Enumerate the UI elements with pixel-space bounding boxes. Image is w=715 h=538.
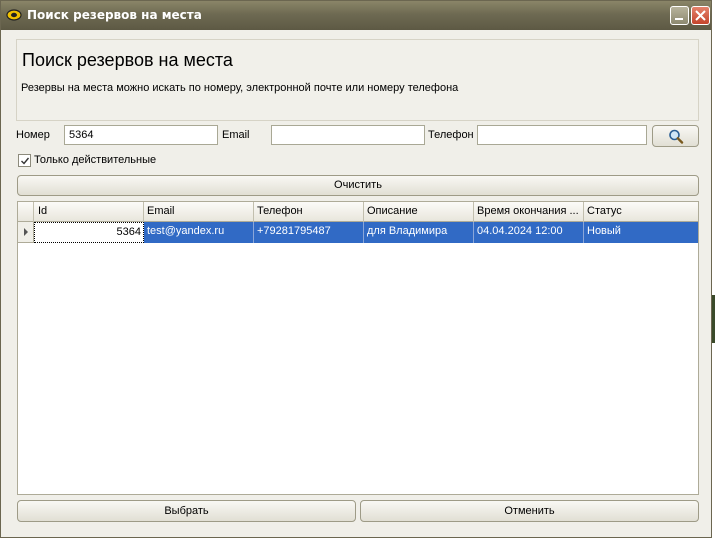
cell-end-time[interactable]: 04.04.2024 12:00: [474, 222, 584, 243]
page-title: Поиск резервов на места: [22, 50, 233, 70]
title-bar[interactable]: Поиск резервов на места: [1, 1, 711, 30]
search-button[interactable]: [652, 125, 699, 147]
header-panel: Поиск резервов на места Резервы на места…: [16, 39, 699, 121]
phone-label: Телефон: [428, 129, 474, 141]
column-header-description[interactable]: Описание: [364, 202, 474, 222]
cell-phone[interactable]: +79281795487: [254, 222, 364, 243]
row-selector[interactable]: [18, 222, 34, 243]
email-label: Email: [222, 129, 250, 141]
column-header-id[interactable]: Id: [34, 202, 144, 222]
email-input[interactable]: [271, 125, 425, 145]
page-subtitle: Резервы на места можно искать по номеру,…: [21, 82, 459, 94]
grid-header: Id Email Телефон Описание Время окончани…: [18, 202, 698, 222]
table-row[interactable]: 5364 test@yandex.ru +79281795487 для Вла…: [34, 222, 698, 243]
cell-description[interactable]: для Владимира: [364, 222, 474, 243]
cell-id[interactable]: 5364: [34, 222, 144, 243]
only-valid-checkbox[interactable]: [18, 154, 31, 167]
column-header-email[interactable]: Email: [144, 202, 254, 222]
column-header-phone[interactable]: Телефон: [254, 202, 364, 222]
phone-input[interactable]: [477, 125, 647, 145]
cancel-button[interactable]: Отменить: [360, 500, 699, 522]
close-button[interactable]: [691, 6, 710, 25]
select-button[interactable]: Выбрать: [17, 500, 356, 522]
app-icon: [6, 9, 22, 21]
cell-status[interactable]: Новый: [584, 222, 698, 243]
minimize-button[interactable]: [670, 6, 689, 25]
column-header-end-time[interactable]: Время окончания ...: [474, 202, 584, 222]
close-icon: [695, 10, 706, 21]
main-window: Поиск резервов на места Поиск резервов н…: [0, 0, 712, 538]
window-title: Поиск резервов на места: [27, 8, 202, 22]
cell-email[interactable]: test@yandex.ru: [144, 222, 254, 243]
column-header-status[interactable]: Статус: [584, 202, 697, 222]
number-input[interactable]: 5364: [64, 125, 218, 145]
checkmark-icon: [21, 157, 30, 165]
only-valid-label[interactable]: Только действительные: [34, 154, 156, 166]
search-icon: [669, 129, 684, 144]
results-grid[interactable]: Id Email Телефон Описание Время окончани…: [17, 201, 699, 495]
number-label: Номер: [16, 129, 50, 141]
clear-button[interactable]: Очистить: [17, 175, 699, 196]
row-header-corner: [18, 202, 34, 222]
